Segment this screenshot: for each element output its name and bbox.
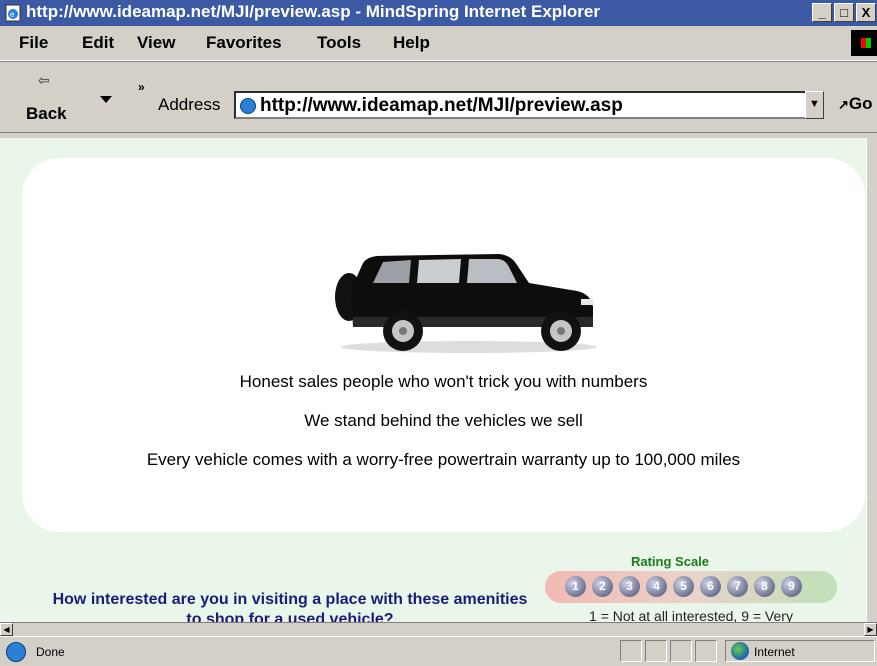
status-text: Done — [36, 645, 65, 659]
ad-card: Honest sales people who won't trick you … — [22, 158, 865, 532]
menu-bar: File Edit View Favorites Tools Help — [0, 26, 877, 61]
back-dropdown-icon[interactable] — [100, 96, 112, 103]
address-label: Address — [158, 95, 221, 114]
toolbar: ⇦ Back » Address http://www.ideamap.net/… — [0, 61, 877, 133]
svg-text:e: e — [10, 10, 15, 19]
close-button[interactable]: X — [856, 3, 876, 22]
rating-scale: 1 2 3 4 5 6 7 8 9 — [545, 571, 837, 603]
rating-option[interactable]: 6 — [700, 576, 721, 597]
menu-edit-label: Edit — [82, 33, 115, 52]
address-dropdown-button[interactable]: ▼ — [805, 91, 824, 119]
menu-view[interactable]: View — [137, 33, 175, 53]
go-label: Go — [848, 94, 873, 113]
status-bar: Done Internet — [0, 636, 877, 666]
go-button[interactable]: ↗Go — [838, 94, 873, 114]
back-button[interactable]: Back — [26, 104, 67, 124]
vertical-scrollbar[interactable] — [866, 138, 877, 622]
minimize-button[interactable]: _ — [812, 3, 832, 22]
status-pane — [695, 640, 717, 662]
ad-line-1: Honest sales people who won't trick you … — [239, 372, 648, 391]
ie-page-icon: e — [5, 4, 21, 22]
menu-view-label: View — [137, 33, 176, 52]
rating-option[interactable]: 2 — [592, 576, 613, 597]
rating-option[interactable]: 4 — [646, 576, 667, 597]
zone-text: Internet — [754, 645, 795, 659]
rating-option[interactable]: 8 — [754, 576, 775, 597]
rating-option[interactable]: 5 — [673, 576, 694, 597]
window-title: http://www.ideamap.net/MJI/preview.asp -… — [26, 2, 600, 21]
toolbar-chevron-icon[interactable]: » — [138, 80, 145, 94]
rating-scale-title: Rating Scale — [630, 554, 710, 569]
status-pane — [645, 640, 667, 662]
status-pane — [620, 640, 642, 662]
title-bar: e http://www.ideamap.net/MJI/preview.asp… — [0, 0, 877, 26]
rating-option[interactable]: 1 — [565, 576, 586, 597]
windows-logo-icon — [851, 30, 877, 56]
menu-tools-label: Tools — [317, 33, 362, 52]
menu-file-label: File — [19, 33, 49, 52]
rating-option[interactable]: 9 — [781, 576, 802, 597]
menu-favorites-label: Favorites — [206, 33, 282, 52]
black-suv-image — [335, 254, 597, 353]
ad-line-2: We stand behind the vehicles we sell — [304, 411, 583, 430]
rating-option[interactable]: 7 — [727, 576, 748, 597]
menu-file[interactable]: File — [19, 33, 48, 53]
status-pane — [670, 640, 692, 662]
menu-help-label: Help — [393, 33, 430, 52]
address-input[interactable]: http://www.ideamap.net/MJI/preview.asp — [234, 91, 824, 119]
page-content: Honest sales people who won't trick you … — [0, 138, 866, 622]
horizontal-scrollbar[interactable]: ◀ ▶ — [0, 622, 877, 636]
page-icon — [240, 98, 256, 114]
menu-favorites[interactable]: Favorites — [206, 33, 282, 53]
maximize-button[interactable]: □ — [834, 3, 854, 22]
back-arrow-icon[interactable]: ⇦ — [38, 72, 50, 89]
scroll-right-button[interactable]: ▶ — [864, 623, 877, 636]
rating-option[interactable]: 3 — [619, 576, 640, 597]
menu-tools[interactable]: Tools — [317, 33, 361, 53]
ad-line-3: Every vehicle comes with a worry-free po… — [146, 450, 741, 469]
scroll-left-button[interactable]: ◀ — [0, 623, 13, 636]
rating-legend: 1 = Not at all interested, 9 = Very — [589, 608, 793, 622]
go-arrow-icon: ↗ — [838, 97, 849, 112]
ie-logo-icon — [6, 642, 26, 662]
menu-help[interactable]: Help — [393, 33, 430, 53]
menu-edit[interactable]: Edit — [82, 33, 114, 53]
globe-icon — [731, 642, 749, 660]
survey-question: How interested are you in visiting a pla… — [52, 591, 528, 622]
address-url: http://www.ideamap.net/MJI/preview.asp — [260, 95, 623, 116]
